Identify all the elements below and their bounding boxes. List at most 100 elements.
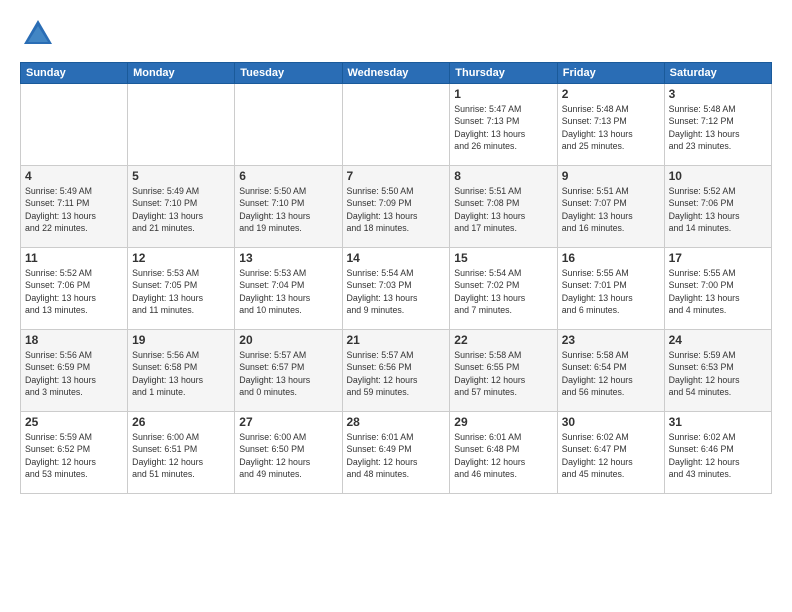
day-number: 21 bbox=[347, 333, 446, 347]
day-number: 22 bbox=[454, 333, 552, 347]
day-info: Sunrise: 5:50 AM Sunset: 7:09 PM Dayligh… bbox=[347, 185, 446, 234]
calendar-cell: 30 Sunrise: 6:02 AM Sunset: 6:47 PM Dayli… bbox=[557, 412, 664, 494]
day-info: Sunrise: 6:00 AM Sunset: 6:50 PM Dayligh… bbox=[239, 431, 337, 480]
day-number: 3 bbox=[669, 87, 767, 101]
day-info: Sunrise: 5:55 AM Sunset: 7:00 PM Dayligh… bbox=[669, 267, 767, 316]
day-number: 29 bbox=[454, 415, 552, 429]
calendar-cell: 18Sunrise: 5:56 AM Sunset: 6:59 PM Dayli… bbox=[21, 330, 128, 412]
day-header-thursday: Thursday bbox=[450, 63, 557, 84]
calendar-cell: 13Sunrise: 5:53 AM Sunset: 7:04 PM Dayli… bbox=[235, 248, 342, 330]
day-number: 25 bbox=[25, 415, 123, 429]
day-headers-row: SundayMondayTuesdayWednesdayThursdayFrid… bbox=[21, 63, 772, 84]
calendar-cell: 15Sunrise: 5:54 AM Sunset: 7:02 PM Dayli… bbox=[450, 248, 557, 330]
calendar-cell: 27 Sunrise: 6:00 AM Sunset: 6:50 PM Dayli… bbox=[235, 412, 342, 494]
calendar-cell: 20 Sunrise: 5:57 AM Sunset: 6:57 PM Dayli… bbox=[235, 330, 342, 412]
calendar-cell bbox=[342, 84, 450, 166]
day-number: 8 bbox=[454, 169, 552, 183]
day-header-monday: Monday bbox=[128, 63, 235, 84]
day-info: Sunrise: 5:52 AM Sunset: 7:06 PM Dayligh… bbox=[669, 185, 767, 234]
day-info: Sunrise: 5:59 AM Sunset: 6:53 PM Dayligh… bbox=[669, 349, 767, 398]
day-info: Sunrise: 5:57 AM Sunset: 6:56 PM Dayligh… bbox=[347, 349, 446, 398]
day-number: 12 bbox=[132, 251, 230, 265]
calendar-week-1: 1Sunrise: 5:47 AM Sunset: 7:13 PM Daylig… bbox=[21, 84, 772, 166]
calendar: SundayMondayTuesdayWednesdayThursdayFrid… bbox=[20, 62, 772, 494]
day-number: 9 bbox=[562, 169, 660, 183]
day-number: 19 bbox=[132, 333, 230, 347]
header bbox=[20, 16, 772, 52]
calendar-cell: 5 Sunrise: 5:49 AM Sunset: 7:10 PM Daylig… bbox=[128, 166, 235, 248]
day-info: Sunrise: 5:51 AM Sunset: 7:08 PM Dayligh… bbox=[454, 185, 552, 234]
day-number: 13 bbox=[239, 251, 337, 265]
day-info: Sunrise: 5:56 AM Sunset: 6:58 PM Dayligh… bbox=[132, 349, 230, 398]
calendar-body: 1Sunrise: 5:47 AM Sunset: 7:13 PM Daylig… bbox=[21, 84, 772, 494]
day-info: Sunrise: 5:49 AM Sunset: 7:10 PM Dayligh… bbox=[132, 185, 230, 234]
calendar-cell: 17 Sunrise: 5:55 AM Sunset: 7:00 PM Dayli… bbox=[664, 248, 771, 330]
calendar-cell: 14 Sunrise: 5:54 AM Sunset: 7:03 PM Dayli… bbox=[342, 248, 450, 330]
calendar-cell: 12 Sunrise: 5:53 AM Sunset: 7:05 PM Dayli… bbox=[128, 248, 235, 330]
day-number: 26 bbox=[132, 415, 230, 429]
logo-icon bbox=[20, 16, 56, 52]
calendar-cell: 22 Sunrise: 5:58 AM Sunset: 6:55 PM Dayli… bbox=[450, 330, 557, 412]
calendar-week-4: 18Sunrise: 5:56 AM Sunset: 6:59 PM Dayli… bbox=[21, 330, 772, 412]
day-number: 24 bbox=[669, 333, 767, 347]
day-info: Sunrise: 6:00 AM Sunset: 6:51 PM Dayligh… bbox=[132, 431, 230, 480]
day-info: Sunrise: 5:55 AM Sunset: 7:01 PM Dayligh… bbox=[562, 267, 660, 316]
calendar-cell: 21 Sunrise: 5:57 AM Sunset: 6:56 PM Dayli… bbox=[342, 330, 450, 412]
calendar-cell: 2 Sunrise: 5:48 AM Sunset: 7:13 PM Daylig… bbox=[557, 84, 664, 166]
day-info: Sunrise: 5:48 AM Sunset: 7:13 PM Dayligh… bbox=[562, 103, 660, 152]
day-info: Sunrise: 5:48 AM Sunset: 7:12 PM Dayligh… bbox=[669, 103, 767, 152]
day-number: 10 bbox=[669, 169, 767, 183]
day-number: 20 bbox=[239, 333, 337, 347]
day-header-saturday: Saturday bbox=[664, 63, 771, 84]
calendar-cell: 23 Sunrise: 5:58 AM Sunset: 6:54 PM Dayli… bbox=[557, 330, 664, 412]
day-info: Sunrise: 5:50 AM Sunset: 7:10 PM Dayligh… bbox=[239, 185, 337, 234]
day-info: Sunrise: 5:51 AM Sunset: 7:07 PM Dayligh… bbox=[562, 185, 660, 234]
calendar-cell: 9 Sunrise: 5:51 AM Sunset: 7:07 PM Daylig… bbox=[557, 166, 664, 248]
day-info: Sunrise: 6:02 AM Sunset: 6:46 PM Dayligh… bbox=[669, 431, 767, 480]
day-header-tuesday: Tuesday bbox=[235, 63, 342, 84]
calendar-header: SundayMondayTuesdayWednesdayThursdayFrid… bbox=[21, 63, 772, 84]
day-number: 15 bbox=[454, 251, 552, 265]
calendar-cell: 16 Sunrise: 5:55 AM Sunset: 7:01 PM Dayli… bbox=[557, 248, 664, 330]
calendar-cell: 7 Sunrise: 5:50 AM Sunset: 7:09 PM Daylig… bbox=[342, 166, 450, 248]
day-info: Sunrise: 5:49 AM Sunset: 7:11 PM Dayligh… bbox=[25, 185, 123, 234]
calendar-cell: 3 Sunrise: 5:48 AM Sunset: 7:12 PM Daylig… bbox=[664, 84, 771, 166]
day-info: Sunrise: 5:58 AM Sunset: 6:55 PM Dayligh… bbox=[454, 349, 552, 398]
day-number: 6 bbox=[239, 169, 337, 183]
page: SundayMondayTuesdayWednesdayThursdayFrid… bbox=[0, 0, 792, 612]
calendar-cell: 31 Sunrise: 6:02 AM Sunset: 6:46 PM Dayli… bbox=[664, 412, 771, 494]
day-number: 27 bbox=[239, 415, 337, 429]
calendar-cell: 6 Sunrise: 5:50 AM Sunset: 7:10 PM Daylig… bbox=[235, 166, 342, 248]
day-number: 23 bbox=[562, 333, 660, 347]
day-info: Sunrise: 6:01 AM Sunset: 6:49 PM Dayligh… bbox=[347, 431, 446, 480]
calendar-week-3: 11Sunrise: 5:52 AM Sunset: 7:06 PM Dayli… bbox=[21, 248, 772, 330]
day-info: Sunrise: 5:53 AM Sunset: 7:05 PM Dayligh… bbox=[132, 267, 230, 316]
calendar-cell: 8 Sunrise: 5:51 AM Sunset: 7:08 PM Daylig… bbox=[450, 166, 557, 248]
day-number: 18 bbox=[25, 333, 123, 347]
day-info: Sunrise: 5:54 AM Sunset: 7:03 PM Dayligh… bbox=[347, 267, 446, 316]
calendar-week-2: 4Sunrise: 5:49 AM Sunset: 7:11 PM Daylig… bbox=[21, 166, 772, 248]
calendar-cell: 24 Sunrise: 5:59 AM Sunset: 6:53 PM Dayli… bbox=[664, 330, 771, 412]
calendar-cell: 25 Sunrise: 5:59 AM Sunset: 6:52 PM Dayli… bbox=[21, 412, 128, 494]
calendar-cell: 28Sunrise: 6:01 AM Sunset: 6:49 PM Dayli… bbox=[342, 412, 450, 494]
day-number: 5 bbox=[132, 169, 230, 183]
day-number: 31 bbox=[669, 415, 767, 429]
day-header-sunday: Sunday bbox=[21, 63, 128, 84]
calendar-cell: 26 Sunrise: 6:00 AM Sunset: 6:51 PM Dayli… bbox=[128, 412, 235, 494]
day-info: Sunrise: 6:02 AM Sunset: 6:47 PM Dayligh… bbox=[562, 431, 660, 480]
day-info: Sunrise: 5:58 AM Sunset: 6:54 PM Dayligh… bbox=[562, 349, 660, 398]
calendar-cell bbox=[128, 84, 235, 166]
calendar-cell: 4Sunrise: 5:49 AM Sunset: 7:11 PM Daylig… bbox=[21, 166, 128, 248]
day-number: 7 bbox=[347, 169, 446, 183]
day-number: 2 bbox=[562, 87, 660, 101]
day-number: 30 bbox=[562, 415, 660, 429]
calendar-cell: 10 Sunrise: 5:52 AM Sunset: 7:06 PM Dayli… bbox=[664, 166, 771, 248]
day-info: Sunrise: 5:59 AM Sunset: 6:52 PM Dayligh… bbox=[25, 431, 123, 480]
calendar-week-5: 25 Sunrise: 5:59 AM Sunset: 6:52 PM Dayli… bbox=[21, 412, 772, 494]
day-info: Sunrise: 5:57 AM Sunset: 6:57 PM Dayligh… bbox=[239, 349, 337, 398]
day-number: 14 bbox=[347, 251, 446, 265]
day-number: 16 bbox=[562, 251, 660, 265]
day-number: 17 bbox=[669, 251, 767, 265]
calendar-cell bbox=[235, 84, 342, 166]
day-number: 11 bbox=[25, 251, 123, 265]
